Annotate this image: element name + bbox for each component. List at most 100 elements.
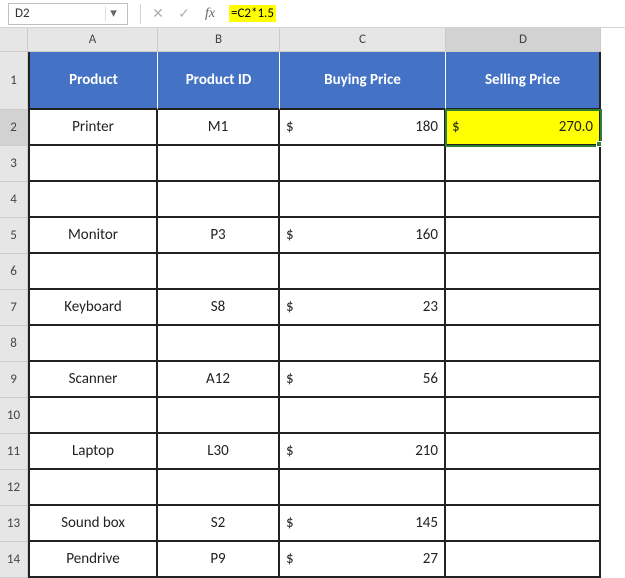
cell-A4[interactable]: [28, 182, 158, 218]
cell-D14[interactable]: [446, 542, 601, 578]
cell-A13[interactable]: Sound box: [28, 506, 158, 542]
formula-input[interactable]: =C2*1.5: [223, 3, 625, 25]
cell-D11[interactable]: [446, 434, 601, 470]
formula-bar: D2 ▾ ✕ ✓ fx =C2*1.5: [0, 0, 625, 28]
cell-B2[interactable]: M1: [158, 110, 280, 146]
cell-D1[interactable]: Selling Price: [446, 52, 601, 110]
cell-B13[interactable]: S2: [158, 506, 280, 542]
table-row: 11 Laptop L30 $210: [0, 434, 625, 470]
cell-C4[interactable]: [280, 182, 446, 218]
currency-symbol: $: [286, 514, 294, 532]
cell-A10[interactable]: [28, 398, 158, 434]
cell-B11[interactable]: L30: [158, 434, 280, 470]
cell-A12[interactable]: [28, 470, 158, 506]
cell-B6[interactable]: [158, 254, 280, 290]
cell-D13[interactable]: [446, 506, 601, 542]
row-header-12[interactable]: 12: [0, 470, 28, 506]
currency-symbol: $: [286, 226, 294, 244]
cell-A5[interactable]: Monitor: [28, 218, 158, 254]
fx-icon[interactable]: fx: [197, 3, 223, 25]
cell-A9[interactable]: Scanner: [28, 362, 158, 398]
cell-B14[interactable]: P9: [158, 542, 280, 578]
cell-B9[interactable]: A12: [158, 362, 280, 398]
row-header-5[interactable]: 5: [0, 218, 28, 254]
cell-C2[interactable]: $180: [280, 110, 446, 146]
row-header-9[interactable]: 9: [0, 362, 28, 398]
cell-D2[interactable]: $270.0: [446, 110, 601, 146]
cell-C12[interactable]: [280, 470, 446, 506]
row-header-10[interactable]: 10: [0, 398, 28, 434]
accept-icon[interactable]: ✓: [171, 3, 197, 25]
cell-C14[interactable]: $27: [280, 542, 446, 578]
cell-C5[interactable]: $160: [280, 218, 446, 254]
cell-A8[interactable]: [28, 326, 158, 362]
currency-symbol: $: [286, 370, 294, 388]
cell-A7[interactable]: Keyboard: [28, 290, 158, 326]
cell-A1[interactable]: Product: [28, 52, 158, 110]
col-header-B[interactable]: B: [158, 28, 280, 52]
currency-symbol: $: [452, 118, 460, 136]
name-box-value: D2: [15, 6, 30, 21]
cell-B8[interactable]: [158, 326, 280, 362]
cell-B3[interactable]: [158, 146, 280, 182]
cell-A11[interactable]: Laptop: [28, 434, 158, 470]
cell-C3[interactable]: [280, 146, 446, 182]
cell-C1[interactable]: Buying Price: [280, 52, 446, 110]
cell-D5[interactable]: [446, 218, 601, 254]
name-box[interactable]: D2 ▾: [8, 3, 128, 25]
row-header-3[interactable]: 3: [0, 146, 28, 182]
cell-value: 210: [415, 442, 438, 460]
cell-A14[interactable]: Pendrive: [28, 542, 158, 578]
cell-C11[interactable]: $210: [280, 434, 446, 470]
cell-B4[interactable]: [158, 182, 280, 218]
cell-C13[interactable]: $145: [280, 506, 446, 542]
cell-D9[interactable]: [446, 362, 601, 398]
table-row: 6: [0, 254, 625, 290]
table-row: 10: [0, 398, 625, 434]
cell-D10[interactable]: [446, 398, 601, 434]
cell-D4[interactable]: [446, 182, 601, 218]
row-header-7[interactable]: 7: [0, 290, 28, 326]
col-header-A[interactable]: A: [28, 28, 158, 52]
name-box-dropdown-icon[interactable]: ▾: [105, 6, 121, 21]
cell-value: 160: [415, 226, 438, 244]
cancel-icon[interactable]: ✕: [145, 3, 171, 25]
row-header-1[interactable]: 1: [0, 52, 28, 110]
cell-B5[interactable]: P3: [158, 218, 280, 254]
cell-C9[interactable]: $56: [280, 362, 446, 398]
cell-value: 56: [423, 370, 438, 388]
row-header-2[interactable]: 2: [0, 110, 28, 146]
row-header-6[interactable]: 6: [0, 254, 28, 290]
cell-D12[interactable]: [446, 470, 601, 506]
row-header-11[interactable]: 11: [0, 434, 28, 470]
fill-handle[interactable]: [596, 141, 602, 147]
cell-D3[interactable]: [446, 146, 601, 182]
cell-A6[interactable]: [28, 254, 158, 290]
cell-C7[interactable]: $23: [280, 290, 446, 326]
cell-D7[interactable]: [446, 290, 601, 326]
cell-A2[interactable]: Printer: [28, 110, 158, 146]
cell-B7[interactable]: S8: [158, 290, 280, 326]
cell-B10[interactable]: [158, 398, 280, 434]
row-header-13[interactable]: 13: [0, 506, 28, 542]
table-row: 8: [0, 326, 625, 362]
cell-value: 270.0: [559, 118, 593, 136]
cell-D6[interactable]: [446, 254, 601, 290]
cell-value: 23: [423, 298, 438, 316]
table-row: 4: [0, 182, 625, 218]
cell-C8[interactable]: [280, 326, 446, 362]
row-header-8[interactable]: 8: [0, 326, 28, 362]
cell-B1[interactable]: Product ID: [158, 52, 280, 110]
currency-symbol: $: [286, 442, 294, 460]
select-all-corner[interactable]: [0, 28, 28, 52]
cell-B12[interactable]: [158, 470, 280, 506]
cell-C10[interactable]: [280, 398, 446, 434]
cell-C6[interactable]: [280, 254, 446, 290]
col-header-D[interactable]: D: [446, 28, 601, 52]
divider: [140, 4, 141, 24]
cell-D8[interactable]: [446, 326, 601, 362]
row-header-14[interactable]: 14: [0, 542, 28, 578]
col-header-C[interactable]: C: [280, 28, 446, 52]
row-header-4[interactable]: 4: [0, 182, 28, 218]
cell-A3[interactable]: [28, 146, 158, 182]
